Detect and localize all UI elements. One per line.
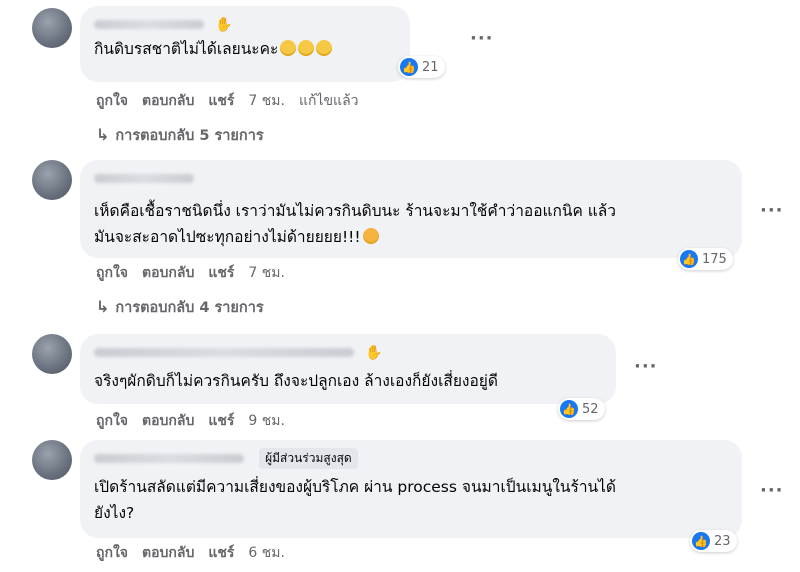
commenter-name[interactable] — [94, 348, 354, 357]
comment-text-line: เห็ดคือเชื้อราชนิดนึ่ง เราว่ามันไม่ควรกิ… — [94, 202, 616, 220]
view-replies-link[interactable]: ↳ การตอบกลับ 4 รายการ — [96, 296, 264, 319]
timestamp[interactable]: 7 ชม. — [248, 90, 285, 112]
reply-button[interactable]: ตอบกลับ — [142, 262, 194, 284]
like-icon: 👍 — [560, 400, 578, 418]
reaction-count[interactable]: 👍 23 — [690, 530, 737, 552]
emoji-icon — [298, 40, 315, 56]
wave-hand-icon: ✋ — [365, 344, 383, 361]
like-button[interactable]: ถูกใจ — [96, 410, 128, 432]
like-icon: 👍 — [400, 58, 418, 76]
top-fan-badge: ผู้มีส่วนร่วมสูงสุด — [259, 448, 358, 469]
comment-actions: ถูกใจ ตอบกลับ แชร์ 7 ชม. แก้ไขแล้ว — [96, 90, 359, 112]
timestamp[interactable]: 7 ชม. — [248, 262, 285, 284]
comment-text: จริงๆผักดิบก็ไม่ควรกินครับ ถึงจะปลูกเอง … — [94, 372, 498, 390]
reply-button[interactable]: ตอบกลับ — [142, 542, 194, 564]
shocked-emoji-icon — [362, 228, 379, 244]
commenter-avatar[interactable] — [32, 8, 72, 48]
comment-actions: ถูกใจ ตอบกลับ แชร์ 9 ชม. — [96, 410, 285, 432]
comment-text-line: เปิดร้านสลัดแต่มีความเสี่ยงของผู้บริโภค … — [94, 478, 616, 496]
commenter-name[interactable] — [94, 20, 204, 29]
comment-actions: ถูกใจ ตอบกลับ แชร์ 6 ชม. — [96, 542, 285, 564]
comment-actions: ถูกใจ ตอบกลับ แชร์ 7 ชม. — [96, 262, 285, 284]
emoji-icon — [280, 40, 297, 56]
edited-label[interactable]: แก้ไขแล้ว — [299, 90, 359, 112]
share-button[interactable]: แชร์ — [208, 262, 234, 284]
reaction-count[interactable]: 👍 52 — [558, 398, 605, 420]
more-options-button[interactable]: ··· — [760, 480, 784, 501]
commenter-avatar[interactable] — [32, 440, 72, 480]
comment-bubble: ✋ กินดิบรสชาติไม่ได้เลยนะคะ — [80, 6, 410, 82]
share-button[interactable]: แชร์ — [208, 90, 234, 112]
like-icon: 👍 — [680, 250, 698, 268]
comment-text-line: ยังไง? — [94, 504, 135, 522]
reply-arrow-icon: ↳ — [96, 125, 110, 144]
reaction-count[interactable]: 👍 175 — [678, 248, 733, 270]
view-replies-link[interactable]: ↳ การตอบกลับ 5 รายการ — [96, 124, 264, 147]
reply-button[interactable]: ตอบกลับ — [142, 90, 194, 112]
comment-text-line: มันจะสะอาดไปซะทุกอย่างไม่ด้ายยยย!!! — [94, 224, 728, 250]
commenter-name[interactable] — [94, 454, 244, 463]
share-button[interactable]: แชร์ — [208, 410, 234, 432]
like-button[interactable]: ถูกใจ — [96, 262, 128, 284]
emoji-icon — [316, 40, 333, 56]
commenter-avatar[interactable] — [32, 160, 72, 200]
share-button[interactable]: แชร์ — [208, 542, 234, 564]
comment-bubble: ผู้มีส่วนร่วมสูงสุด เปิดร้านสลัดแต่มีควา… — [80, 440, 742, 538]
more-options-button[interactable]: ··· — [760, 200, 784, 221]
like-button[interactable]: ถูกใจ — [96, 90, 128, 112]
reply-button[interactable]: ตอบกลับ — [142, 410, 194, 432]
wave-hand-icon: ✋ — [215, 16, 233, 33]
comment-text: กินดิบรสชาติไม่ได้เลยนะคะ — [94, 36, 396, 62]
reaction-count[interactable]: 👍 21 — [398, 56, 445, 78]
timestamp[interactable]: 6 ชม. — [248, 542, 285, 564]
commenter-avatar[interactable] — [32, 334, 72, 374]
reply-arrow-icon: ↳ — [96, 297, 110, 316]
comment-bubble: ✋ จริงๆผักดิบก็ไม่ควรกินครับ ถึงจะปลูกเอ… — [80, 334, 616, 404]
commenter-name[interactable] — [94, 174, 194, 183]
more-options-button[interactable]: ··· — [470, 28, 494, 49]
comment-bubble: เห็ดคือเชื้อราชนิดนึ่ง เราว่ามันไม่ควรกิ… — [80, 160, 742, 258]
timestamp[interactable]: 9 ชม. — [248, 410, 285, 432]
like-icon: 👍 — [692, 532, 710, 550]
like-button[interactable]: ถูกใจ — [96, 542, 128, 564]
more-options-button[interactable]: ··· — [634, 356, 658, 377]
